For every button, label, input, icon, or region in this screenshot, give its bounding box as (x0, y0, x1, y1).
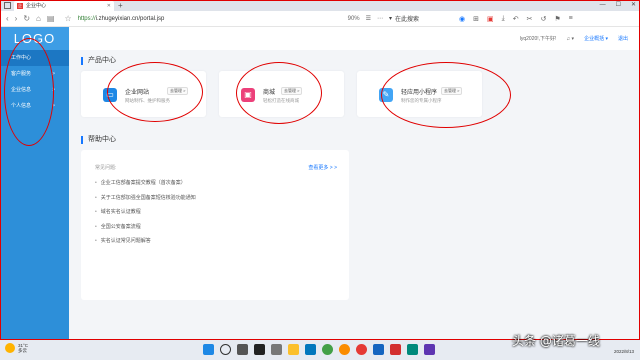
weather-widget[interactable]: 31°C 多云 (5, 343, 28, 353)
window-controls: — ☐ ✕ (600, 0, 636, 11)
app-header: lyq2020!,下午好! ♫ ▾ 企业概括 ▾ 退出 (69, 27, 640, 50)
maximize-icon[interactable]: ☐ (616, 0, 621, 11)
apps-grid-icon[interactable]: ⊞ (473, 15, 479, 23)
download-icon[interactable]: ⤓ (502, 15, 505, 23)
taskbar-apps (203, 344, 435, 355)
undo-icon[interactable]: ↺ (541, 15, 547, 23)
annotation-ellipse-mini-program (381, 62, 511, 128)
cut-icon[interactable]: ✂ (527, 15, 533, 23)
sidebar-toggle-icon[interactable]: ▤ (47, 14, 55, 23)
help-center-title: 帮助中心 (81, 136, 116, 144)
url-scheme: https:// (77, 15, 96, 22)
list-item[interactable]: 域名实名认证教程 (95, 209, 196, 224)
back-icon[interactable]: ‹ (6, 14, 9, 23)
search-placeholder: 在此搜索 (395, 17, 420, 23)
list-item[interactable]: 企业工信部备案提交教程（首次备案） (95, 180, 196, 195)
address-bar: ‹ › ↻ ⌂ ▤ ☆ https://i.zhugeyixian.cn/por… (0, 11, 640, 27)
tray-date: 2022/8/13 (613, 349, 634, 354)
annotation-ellipse-website (107, 62, 203, 122)
translate-icon[interactable]: ⚑ (554, 15, 560, 23)
record-icon[interactable] (356, 344, 367, 355)
tab-title: 企业中心 (26, 3, 47, 9)
minimize-icon[interactable]: — (600, 0, 606, 11)
search-icon[interactable] (220, 344, 231, 355)
list-item[interactable]: 实名认证常见问题解答 (95, 238, 196, 253)
history-icon[interactable]: ↶ (513, 15, 519, 23)
terminal-icon[interactable] (254, 344, 265, 355)
system-tray[interactable]: 2022/8/13 (614, 343, 634, 355)
browser-tab-bar: 企 企业中心 ✕ + — ☐ ✕ (0, 0, 640, 11)
task-view-icon[interactable] (237, 344, 248, 355)
home-icon[interactable]: ⌂ (36, 14, 41, 23)
browser-tab[interactable]: 企 企业中心 ✕ (14, 0, 114, 11)
close-tab-icon[interactable]: ✕ (107, 3, 111, 9)
folder-icon[interactable] (288, 344, 299, 355)
greeting-text: lyq2020!,下午好! (519, 36, 557, 42)
browser-360-icon[interactable] (322, 344, 333, 355)
bookmark-star-icon[interactable]: ☆ (64, 14, 71, 23)
reader-mode-icon[interactable]: ☰ (366, 15, 371, 22)
favicon-icon: 企 (17, 2, 23, 9)
weather-desc: 多云 (18, 348, 27, 353)
extension-red-icon[interactable]: ▣ (487, 15, 494, 23)
window-menu-icon[interactable] (4, 2, 11, 9)
app-icon[interactable] (271, 344, 282, 355)
annotation-ellipse-sidebar (4, 38, 54, 146)
annotation-ellipse-mall (236, 62, 322, 124)
reload-icon[interactable]: ↻ (23, 14, 30, 23)
product-center-title: 产品中心 (81, 57, 116, 65)
logout-link[interactable]: 退出 (618, 35, 628, 42)
edge-icon[interactable] (305, 344, 316, 355)
sun-cloud-icon (5, 343, 15, 353)
close-window-icon[interactable]: ✕ (631, 0, 636, 11)
list-item[interactable]: 关于工信部加强全国备案短信核验功能通知 (95, 195, 196, 210)
app-purple-icon[interactable] (424, 344, 435, 355)
url-path: i.zhugeyixian.cn/portal.jsp (95, 15, 165, 22)
url-field[interactable]: https://i.zhugeyixian.cn/portal.jsp (78, 16, 338, 22)
faq-label: 常见问题: (95, 165, 117, 171)
view-more-link[interactable]: 查看更多 > > (308, 164, 337, 171)
help-list: 企业工信部备案提交教程（首次备案） 关于工信部加强全国备案短信核验功能通知 域名… (95, 180, 196, 253)
app-teal-icon[interactable] (407, 344, 418, 355)
help-panel: 常见问题: 查看更多 > > 企业工信部备案提交教程（首次备案） 关于工信部加强… (81, 150, 349, 300)
user-menu[interactable]: 企业概括 ▾ (584, 35, 608, 42)
search-engine-icon: ▾ (389, 16, 393, 22)
wps-icon[interactable] (390, 344, 401, 355)
bell-icon[interactable]: ♫ ▾ (566, 36, 574, 42)
word-icon[interactable] (373, 344, 384, 355)
forward-icon[interactable]: › (15, 14, 18, 23)
list-item[interactable]: 全国公安备案流程 (95, 224, 196, 239)
firefox-icon[interactable] (339, 344, 350, 355)
watermark: 头条 @诸葛一线 (512, 334, 600, 348)
browser-search-box[interactable]: ▾ 在此搜索 (389, 14, 449, 23)
browser-menu-icon[interactable]: ≡ (569, 15, 573, 23)
zoom-level[interactable]: 90% (348, 16, 360, 22)
menu-dots-icon[interactable]: ⋯ (377, 15, 383, 22)
start-windows-icon[interactable] (203, 344, 214, 355)
extension-icon[interactable]: ◉ (459, 15, 465, 23)
new-tab-button[interactable]: + (118, 1, 123, 11)
